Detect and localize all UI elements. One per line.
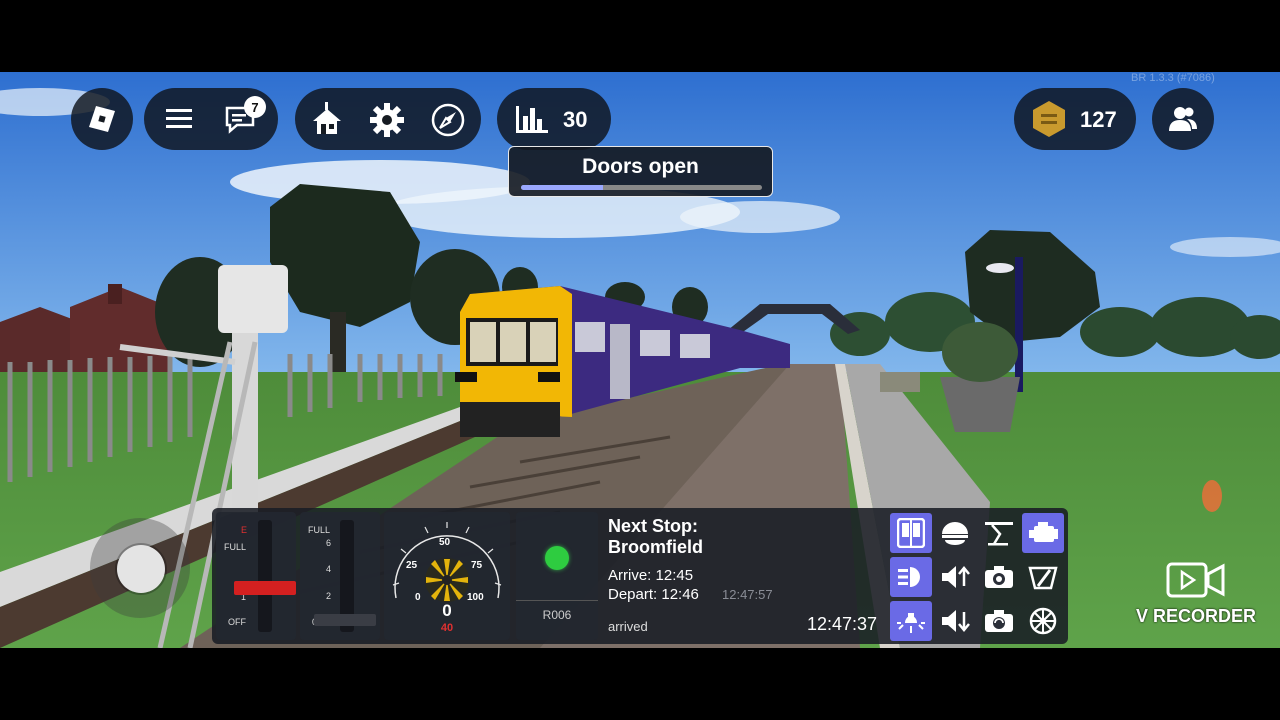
players-icon bbox=[1168, 106, 1198, 132]
notification-progress-fill bbox=[521, 185, 603, 190]
pantograph-icon bbox=[984, 520, 1014, 546]
next-stop-station: Broomfield bbox=[608, 537, 704, 557]
volume-down-icon bbox=[940, 608, 970, 634]
coins-value: 127 bbox=[1080, 107, 1117, 132]
next-stop-title: Next Stop: Broomfield bbox=[608, 516, 703, 558]
joystick-thumb[interactable] bbox=[117, 545, 165, 593]
notification-progress-bar bbox=[521, 185, 762, 190]
stop-status: arrived bbox=[608, 619, 648, 634]
coins-button[interactable]: 127 bbox=[1014, 88, 1136, 150]
handbrake-button[interactable] bbox=[1022, 601, 1064, 641]
power-lever-handle[interactable] bbox=[314, 614, 376, 626]
brake-label-off: OFF bbox=[228, 617, 246, 627]
version-label: BR 1.3.3 (#7086) bbox=[1131, 72, 1215, 84]
screen-recorder-watermark: V RECORDER bbox=[1134, 560, 1258, 630]
signal-section: R006 bbox=[516, 512, 598, 640]
horn-button[interactable] bbox=[934, 513, 976, 553]
coin-hexagon-icon bbox=[1030, 100, 1068, 138]
tools-group bbox=[295, 88, 481, 150]
stats-button[interactable]: 30 bbox=[497, 88, 611, 150]
signal-divider bbox=[516, 600, 598, 601]
current-speed: 0 bbox=[442, 601, 452, 620]
notification-text: Doors open bbox=[582, 155, 699, 178]
train-controls-grid bbox=[888, 511, 1066, 643]
headlight-icon bbox=[896, 565, 926, 589]
power-lever-section: FULL 6 4 2 0 bbox=[300, 512, 380, 640]
speedometer-section: 0 25 50 75 100 0 40 bbox=[384, 512, 510, 640]
arrive-time: Arrive: 12:45 bbox=[608, 567, 694, 584]
compass-icon[interactable] bbox=[430, 102, 466, 138]
game-clock: 12:47:37 bbox=[807, 614, 878, 634]
stats-value: 30 bbox=[563, 107, 588, 132]
doors-icon bbox=[897, 518, 925, 548]
bar-chart-icon bbox=[515, 104, 549, 134]
doors-open-notification: Doors open bbox=[508, 146, 773, 197]
pantograph-button[interactable] bbox=[978, 513, 1020, 553]
speed-tick-75: 75 bbox=[471, 560, 483, 571]
letterbox-top bbox=[0, 0, 1280, 72]
letterbox-bottom bbox=[0, 648, 1280, 720]
depart-actual-time: 12:47:57 bbox=[722, 587, 773, 602]
speed-limit: 40 bbox=[440, 622, 454, 634]
volume-up-icon bbox=[940, 564, 970, 590]
horn-icon bbox=[940, 520, 970, 546]
depart-time: Depart: 12:46 bbox=[608, 586, 699, 603]
brake-lever-handle[interactable] bbox=[234, 581, 296, 596]
speed-tick-50: 50 bbox=[439, 537, 451, 548]
cab-light-button[interactable] bbox=[890, 601, 932, 641]
power-label-4: 4 bbox=[326, 564, 332, 574]
gear-icon[interactable] bbox=[369, 102, 405, 138]
volume-down-button[interactable] bbox=[934, 601, 976, 641]
home-icon[interactable] bbox=[311, 102, 343, 136]
camera-switch-button[interactable] bbox=[978, 601, 1020, 641]
power-label-full: FULL bbox=[308, 525, 331, 535]
speed-tick-25: 25 bbox=[406, 560, 418, 571]
engine-icon bbox=[1027, 520, 1059, 546]
camera-switch-icon bbox=[984, 609, 1014, 633]
power-label-2: 2 bbox=[326, 591, 332, 601]
brake-label-full: FULL bbox=[224, 542, 247, 552]
handbrake-icon bbox=[1028, 606, 1058, 636]
hamburger-menu-icon[interactable] bbox=[164, 104, 194, 134]
chat-badge: 7 bbox=[244, 96, 266, 118]
camera-icon bbox=[984, 565, 1014, 589]
wiper-button[interactable] bbox=[1022, 557, 1064, 597]
watermark-text: V RECORDER bbox=[1135, 606, 1256, 626]
brake-lever-section: E FULL 1 OFF bbox=[216, 512, 296, 640]
camera-button[interactable] bbox=[978, 557, 1020, 597]
roblox-logo-icon bbox=[87, 104, 117, 134]
headlight-button[interactable] bbox=[890, 557, 932, 597]
wiper-icon bbox=[1028, 564, 1058, 590]
brake-label-e: E bbox=[241, 525, 248, 535]
driver-control-panel: E FULL 1 OFF FULL 6 4 2 0 25 50 75 100 0… bbox=[212, 508, 1068, 644]
menu-chat-group: 7 bbox=[144, 88, 278, 150]
brake-lever-track[interactable] bbox=[258, 520, 272, 632]
signal-aspect-light bbox=[545, 546, 569, 570]
power-label-6: 6 bbox=[326, 538, 332, 548]
roblox-menu-button[interactable] bbox=[71, 88, 133, 150]
doors-button[interactable] bbox=[890, 513, 932, 553]
volume-up-button[interactable] bbox=[934, 557, 976, 597]
signal-id: R006 bbox=[542, 608, 572, 622]
cab-light-icon bbox=[896, 607, 926, 635]
engine-button[interactable] bbox=[1022, 513, 1064, 553]
video-camera-icon bbox=[1166, 560, 1226, 600]
players-button[interactable] bbox=[1152, 88, 1214, 150]
next-stop-heading: Next Stop: bbox=[608, 516, 698, 536]
